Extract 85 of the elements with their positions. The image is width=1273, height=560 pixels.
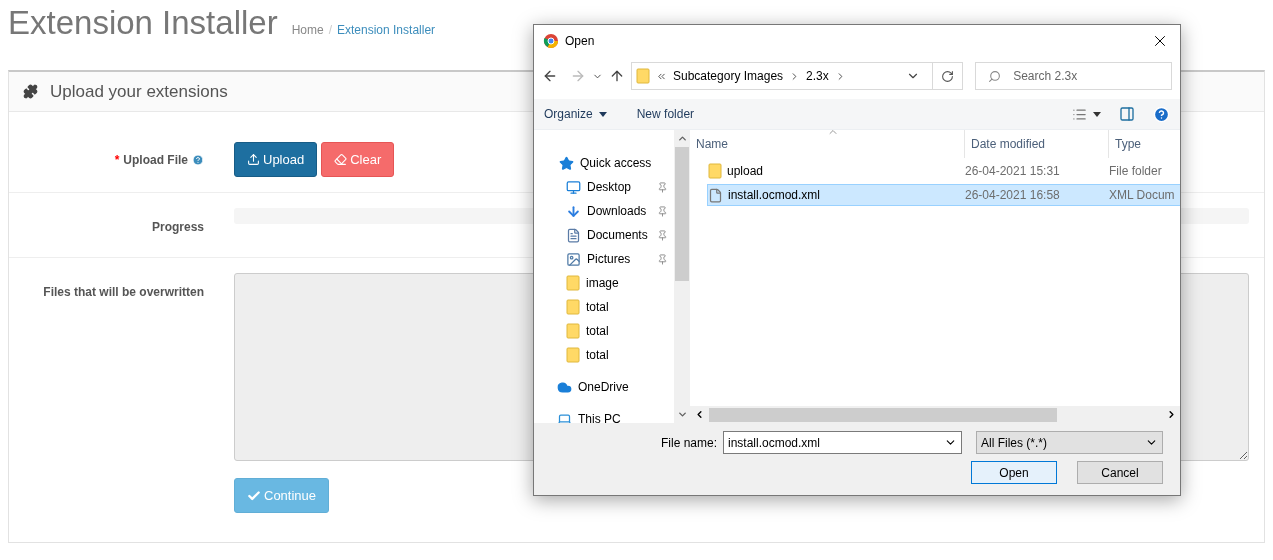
star-icon [559,155,574,171]
vertical-scrollbar[interactable] [674,130,690,423]
preview-pane-button[interactable] [1119,106,1135,122]
browser-icon [543,33,559,49]
nav-item[interactable]: total [534,295,674,319]
path-segment[interactable]: Subcategory Images [673,69,784,83]
column-header[interactable]: Type [1109,130,1180,158]
nav-item[interactable]: total [534,319,674,343]
panel-heading: Upload your extensions [50,81,228,102]
folder-icon [636,68,650,84]
breadcrumb-link[interactable]: Extension Installer [337,23,436,37]
cancel-button[interactable]: Cancel [1077,461,1163,484]
down-arrow-icon [566,203,581,219]
nav-item[interactable]: Quick access [534,151,674,175]
field-label: Progress [151,220,204,234]
nav-item[interactable]: total [534,343,674,367]
file-date: 26-04-2021 16:58 [965,188,1060,202]
chevron-right-icon [1166,409,1177,420]
pin-icon [657,181,668,193]
refresh-button[interactable] [931,62,964,90]
image-icon [566,251,581,267]
upload-icon [247,153,260,166]
nav-item[interactable]: Pictures [534,247,674,271]
cloud-icon [557,379,572,395]
refresh-icon [940,69,954,83]
nav-item[interactable]: Desktop [534,175,674,199]
back-button[interactable] [542,68,558,84]
upload-button[interactable]: Upload [234,142,318,177]
search-field[interactable]: Search 2.3x [975,62,1172,90]
file-name: install.ocmod.xml [728,188,821,202]
document-icon [566,227,581,243]
folder-icon [566,299,580,315]
file-date: 26-04-2021 15:31 [965,164,1060,178]
field-label: Upload File [123,153,188,167]
nav-item[interactable]: Documents [534,223,674,247]
eraser-icon [334,153,348,166]
puzzle-icon [23,84,38,99]
search-icon [988,69,1002,83]
help-icon[interactable] [192,154,204,166]
pin-icon [657,253,668,265]
nav-item[interactable]: image [534,271,674,295]
toolbar-button[interactable]: Organize [544,107,607,121]
file-name: upload [727,164,764,178]
file-type: File folder [1109,164,1162,178]
folder-icon [566,275,580,291]
column-header[interactable]: Name [690,130,965,158]
folder-icon [708,163,722,179]
help-icon [1153,105,1170,123]
up-arrow-icon [609,68,625,84]
view-button[interactable] [1072,106,1101,122]
field-label: Files that will be overwritten [43,285,204,299]
chevron-up-icon [676,133,688,144]
file-name-field[interactable]: install.ocmod.xml [723,431,962,454]
path-segment[interactable]: 2.3x [806,69,829,83]
address-bar[interactable]: Subcategory Images 2.3x [631,62,933,90]
chevron-down-icon [676,409,688,420]
column-header[interactable]: Date modified [965,130,1109,158]
file-row[interactable]: install.ocmod.xml 26-04-2021 16:58 XML Docum [707,184,1180,206]
file-type: XML Docum [1109,188,1175,202]
computer-icon [557,411,572,423]
folder-icon [566,347,580,363]
pin-icon [657,205,668,217]
nav-item[interactable]: This PC [534,407,674,423]
dialog-title: Open [565,34,596,48]
check-icon [247,488,261,503]
folder-icon [566,323,580,339]
pin-icon [657,229,668,241]
nav-item[interactable]: Downloads [534,199,674,223]
monitor-icon [566,179,581,195]
required-mark: * [114,153,120,167]
file-icon [708,187,723,203]
toolbar-button[interactable]: New folder [636,107,695,121]
pane-icon [1119,106,1135,122]
file-name-label: File name: [660,435,717,450]
breadcrumb-separator: / [328,23,332,37]
open-button[interactable]: Open [971,461,1057,484]
up-button[interactable] [609,68,625,84]
horizontal-scrollbar[interactable] [690,406,1180,423]
breadcrumb-link[interactable]: Home [291,23,324,37]
list-icon [1072,106,1087,122]
file-type-select[interactable]: All Files (*.*) [976,431,1163,454]
page-title: Extension Installer [8,4,278,42]
file-row[interactable]: upload 26-04-2021 15:31 File folder [707,160,1180,182]
nav-item[interactable]: OneDrive [534,375,674,399]
help-button[interactable] [1153,105,1170,123]
